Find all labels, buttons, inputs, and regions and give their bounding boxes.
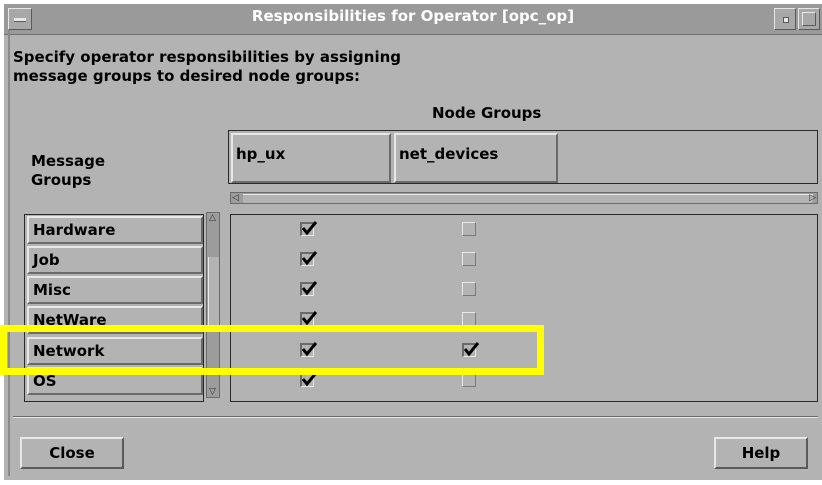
checkbox-misc-hp-ux[interactable] [300, 281, 317, 296]
node-groups-heading: Node Groups [432, 104, 542, 122]
message-group-hardware[interactable]: Hardware [27, 216, 203, 244]
checkmark-icon [301, 251, 317, 266]
scroll-down-icon[interactable]: ▽ [209, 387, 216, 397]
checkbox-hardware-net-devices[interactable] [462, 222, 476, 236]
message-groups-heading: Message Groups [31, 152, 105, 190]
scroll-up-icon[interactable]: △ [209, 213, 216, 223]
message-groups-heading-line-2: Groups [31, 171, 92, 189]
checkmark-icon [301, 221, 317, 236]
message-group-misc[interactable]: Misc [27, 276, 203, 304]
checkbox-job-net-devices[interactable] [462, 252, 476, 266]
instructions-line-1: Specify operator responsibilities by ass… [13, 48, 402, 66]
maximize-button[interactable] [798, 8, 820, 30]
title-bar[interactable]: Responsibilities for Operator [opc_op] [4, 4, 822, 35]
column-header-net-devices[interactable]: net_devices [394, 133, 558, 183]
checkbox-os-net-devices[interactable] [462, 373, 476, 387]
column-header-hp-ux[interactable]: hp_ux [231, 133, 391, 183]
scroll-left-icon[interactable]: ◁ [232, 193, 239, 203]
instructions-line-2: message groups to desired node groups: [13, 67, 361, 85]
window-title: Responsibilities for Operator [opc_op] [251, 7, 575, 25]
horizontal-scrollbar[interactable]: ◁ ▷ [230, 192, 818, 204]
minimize-icon [783, 17, 789, 23]
message-groups-heading-line-1: Message [31, 152, 105, 170]
horizontal-scroll-thumb[interactable] [243, 194, 813, 204]
checkbox-netware-net-devices[interactable] [462, 312, 476, 326]
checkbox-job-hp-ux[interactable] [300, 251, 317, 266]
checkbox-netware-hp-ux[interactable] [300, 311, 317, 326]
vertical-scroll-thumb[interactable] [208, 257, 220, 331]
help-button[interactable]: Help [714, 437, 808, 469]
checkbox-misc-net-devices[interactable] [462, 282, 476, 296]
checkmark-icon [301, 281, 317, 296]
window-frame [8, 30, 10, 476]
close-button[interactable]: Close [20, 437, 124, 469]
separator [13, 416, 818, 418]
message-group-job[interactable]: Job [27, 246, 203, 274]
highlight-box [0, 325, 544, 375]
minimize-button[interactable] [774, 8, 796, 30]
checkbox-os-hp-ux[interactable] [300, 372, 317, 387]
maximize-icon [802, 12, 816, 26]
checkbox-hardware-hp-ux[interactable] [300, 221, 317, 236]
instructions: Specify operator responsibilities by ass… [13, 48, 401, 86]
scroll-right-icon[interactable]: ▷ [809, 193, 816, 203]
